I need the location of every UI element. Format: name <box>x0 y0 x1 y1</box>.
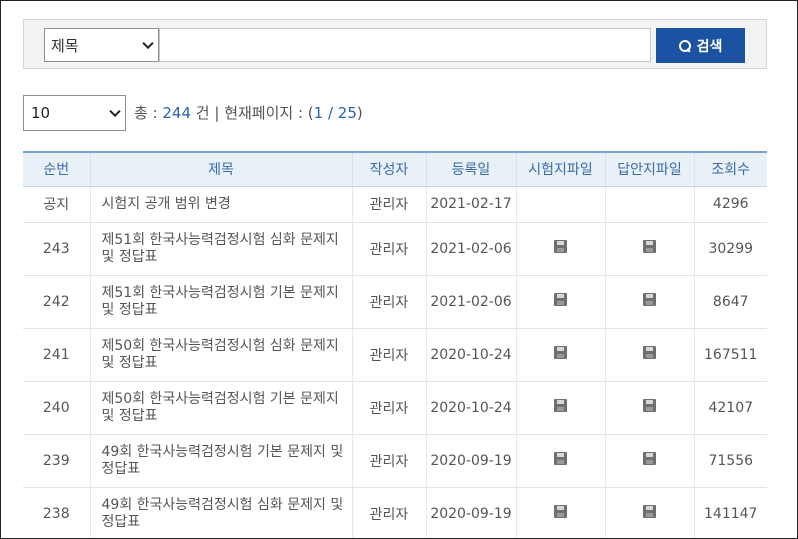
search-field-value: 제목 <box>51 36 79 55</box>
floppy-disk-icon[interactable] <box>554 240 567 253</box>
page-size-select[interactable]: 10 <box>23 95 126 131</box>
row-answer-file <box>604 275 694 329</box>
row-title-link[interactable]: 49회 한국사능력검정시험 심화 문제지 및 정답표 <box>89 487 352 538</box>
floppy-disk-icon[interactable] <box>554 452 567 465</box>
search-button[interactable]: 검색 <box>656 28 745 63</box>
row-author: 관리자 <box>351 222 426 276</box>
row-title-link[interactable]: 제50회 한국사능력검정시험 기본 문제지 및 정답표 <box>89 381 352 435</box>
row-number: 243 <box>23 222 90 276</box>
row-number: 238 <box>23 487 90 538</box>
row-exam-file <box>515 275 605 329</box>
floppy-disk-icon[interactable] <box>643 505 656 518</box>
row-title-link[interactable]: 49회 한국사능력검정시험 기본 문제지 및 정답표 <box>89 434 352 488</box>
row-exam-file <box>515 434 605 488</box>
row-answer-file <box>604 487 694 538</box>
search-input[interactable] <box>159 28 651 62</box>
row-views: 4296 <box>693 186 767 223</box>
row-number: 239 <box>23 434 90 488</box>
header-date[interactable]: 등록일 <box>425 151 516 187</box>
row-views: 71556 <box>693 434 767 488</box>
table-row[interactable]: 공지 시험지 공개 범위 변경 관리자 2021-02-17 4296 <box>23 186 767 223</box>
search-panel: 제목 검색 <box>23 19 767 69</box>
floppy-disk-icon[interactable] <box>554 293 567 306</box>
row-author: 관리자 <box>351 434 426 488</box>
search-field-select[interactable]: 제목 <box>44 28 159 62</box>
header-number[interactable]: 순번 <box>23 151 90 187</box>
row-answer-file <box>604 186 694 223</box>
table-row[interactable]: 239 49회 한국사능력검정시험 기본 문제지 및 정답표 관리자 2020-09-… <box>23 434 767 488</box>
row-views: 8647 <box>693 275 767 329</box>
row-exam-file <box>515 186 605 223</box>
row-number: 공지 <box>23 186 90 223</box>
row-exam-file <box>515 381 605 435</box>
board-page: 제목 검색 10 총 : 244 건 | 현재페이지 : (1 / 25) 순번… <box>0 0 798 539</box>
row-title-link[interactable]: 제50회 한국사능력검정시험 심화 문제지 및 정답표 <box>89 328 352 382</box>
table-row[interactable]: 241 제50회 한국사능력검정시험 심화 문제지 및 정답표 관리자 2020-10… <box>23 328 767 382</box>
row-author: 관리자 <box>351 186 426 223</box>
total-count: 244 <box>162 104 192 122</box>
search-icon <box>678 39 691 52</box>
row-title-link[interactable]: 시험지 공개 범위 변경 <box>89 186 352 223</box>
board-table: 순번 제목 작성자 등록일 시험지파일 답안지파일 조회수 공지 시험지 공개 범… <box>23 151 767 538</box>
row-number: 241 <box>23 328 90 382</box>
floppy-disk-icon[interactable] <box>643 399 656 412</box>
page-suffix: ) <box>356 104 363 122</box>
row-date: 2020-10-24 <box>425 381 516 435</box>
row-views: 141147 <box>693 487 767 538</box>
row-author: 관리자 <box>351 275 426 329</box>
header-author[interactable]: 작성자 <box>351 151 426 187</box>
chevron-down-icon <box>142 37 154 50</box>
row-exam-file <box>515 487 605 538</box>
current-page: 1 <box>313 104 324 122</box>
total-suffix: 건 | 현재페이지 : ( <box>191 104 314 122</box>
page-size-value: 10 <box>31 104 51 122</box>
row-answer-file <box>604 222 694 276</box>
row-answer-file <box>604 381 694 435</box>
floppy-disk-icon[interactable] <box>643 293 656 306</box>
header-answer-file[interactable]: 답안지파일 <box>604 151 694 187</box>
row-date: 2020-09-19 <box>425 434 516 488</box>
total-pages: 25 <box>337 104 357 122</box>
row-number: 242 <box>23 275 90 329</box>
row-date: 2020-10-24 <box>425 328 516 382</box>
row-date: 2021-02-06 <box>425 222 516 276</box>
row-title-link[interactable]: 제51회 한국사능력검정시험 심화 문제지 및 정답표 <box>89 222 352 276</box>
table-row[interactable]: 243 제51회 한국사능력검정시험 심화 문제지 및 정답표 관리자 2021-02… <box>23 222 767 276</box>
header-exam-file[interactable]: 시험지파일 <box>515 151 605 187</box>
floppy-disk-icon[interactable] <box>643 240 656 253</box>
floppy-disk-icon[interactable] <box>643 346 656 359</box>
row-title-link[interactable]: 제51회 한국사능력검정시험 기본 문제지 및 정답표 <box>89 275 352 329</box>
row-author: 관리자 <box>351 381 426 435</box>
row-answer-file <box>604 328 694 382</box>
row-date: 2021-02-06 <box>425 275 516 329</box>
row-views: 30299 <box>693 222 767 276</box>
table-row[interactable]: 242 제51회 한국사능력검정시험 기본 문제지 및 정답표 관리자 2021-02… <box>23 275 767 329</box>
row-views: 42107 <box>693 381 767 435</box>
total-prefix: 총 : <box>134 104 163 122</box>
row-date: 2020-09-19 <box>425 487 516 538</box>
chevron-down-icon <box>109 105 121 118</box>
row-exam-file <box>515 328 605 382</box>
table-header-row: 순번 제목 작성자 등록일 시험지파일 답안지파일 조회수 <box>23 151 767 187</box>
row-author: 관리자 <box>351 328 426 382</box>
row-author: 관리자 <box>351 487 426 538</box>
row-exam-file <box>515 222 605 276</box>
floppy-disk-icon[interactable] <box>554 399 567 412</box>
header-views[interactable]: 조회수 <box>693 151 767 187</box>
row-date: 2021-02-17 <box>425 186 516 223</box>
board-summary: 총 : 244 건 | 현재페이지 : (1 / 25) <box>134 102 363 123</box>
header-title[interactable]: 제목 <box>89 151 352 187</box>
table-row[interactable]: 238 49회 한국사능력검정시험 심화 문제지 및 정답표 관리자 2020-09-… <box>23 487 767 538</box>
search-button-label: 검색 <box>696 37 723 54</box>
page-separator: / <box>323 104 338 122</box>
floppy-disk-icon[interactable] <box>554 505 567 518</box>
row-number: 240 <box>23 381 90 435</box>
table-row[interactable]: 240 제50회 한국사능력검정시험 기본 문제지 및 정답표 관리자 2020-10… <box>23 381 767 435</box>
floppy-disk-icon[interactable] <box>643 452 656 465</box>
floppy-disk-icon[interactable] <box>554 346 567 359</box>
row-answer-file <box>604 434 694 488</box>
row-views: 167511 <box>693 328 767 382</box>
